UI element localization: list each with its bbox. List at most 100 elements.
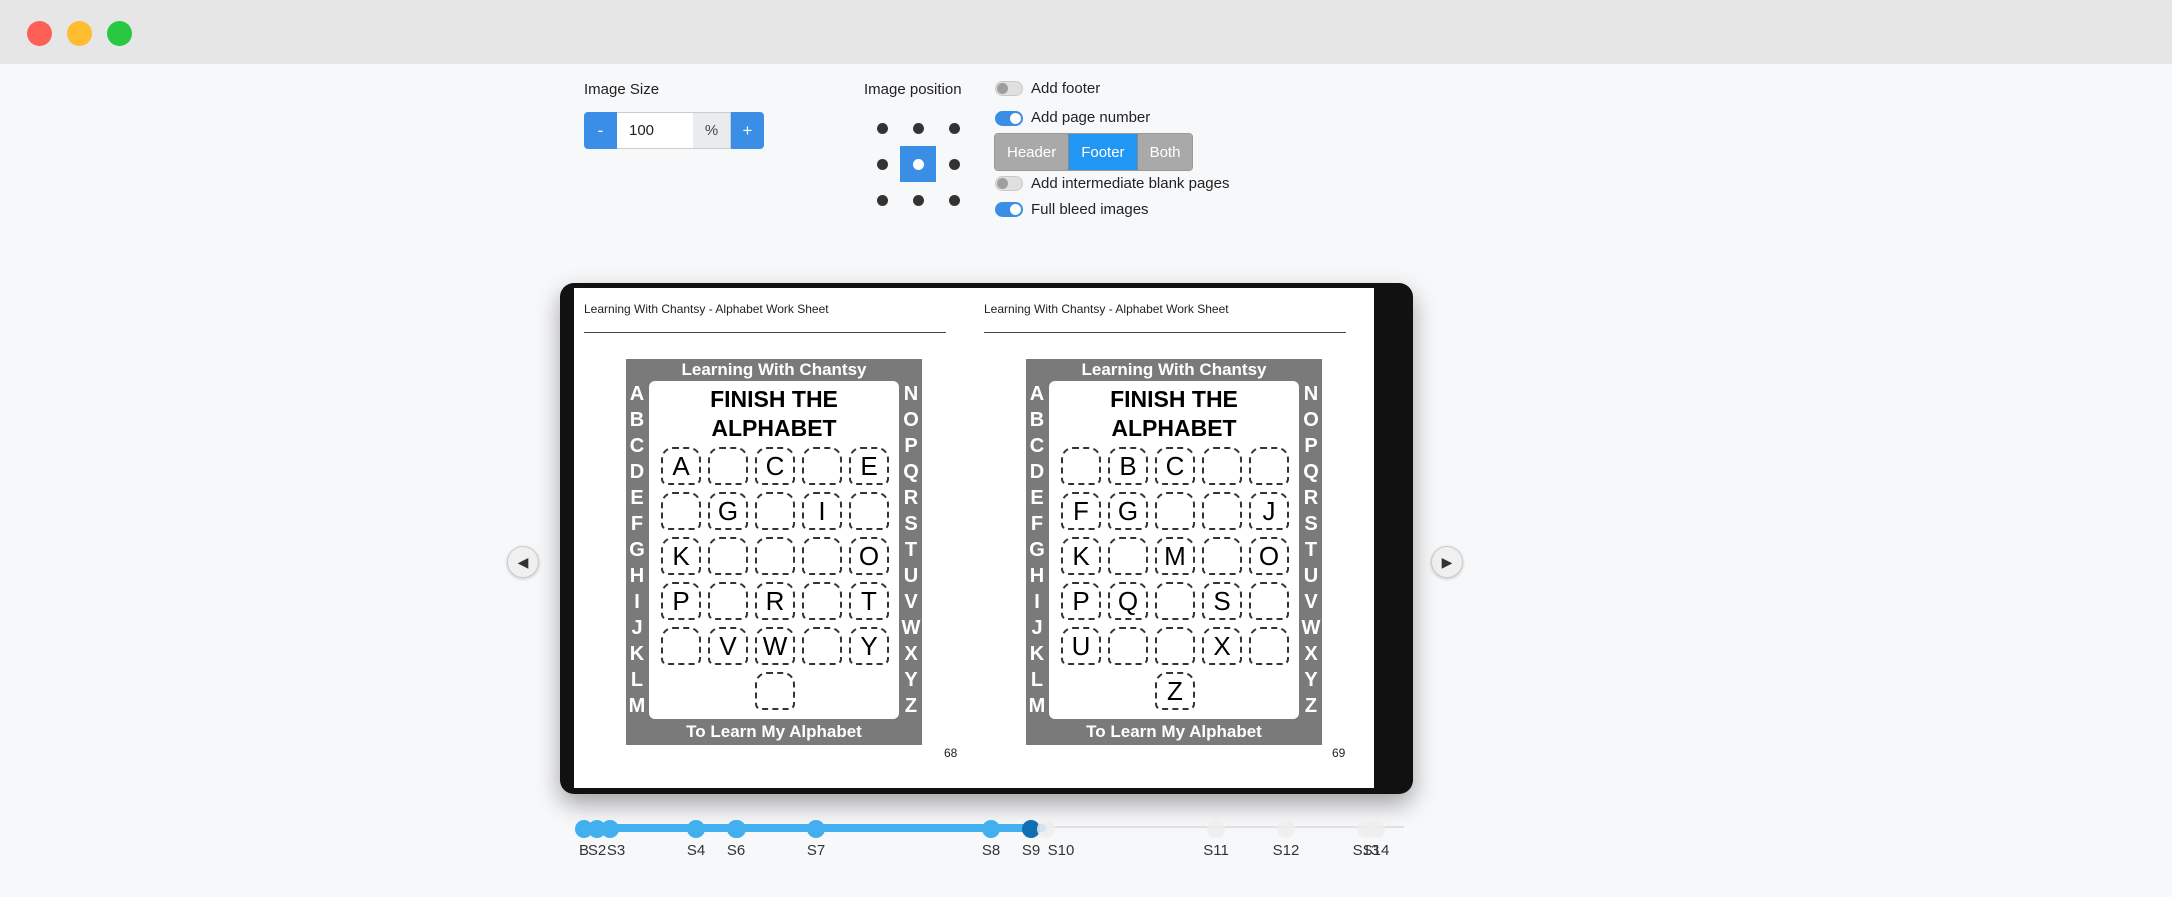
bread-tile [802,447,842,485]
left-page: Learning With Chantsy - Alphabet Work Sh… [574,288,974,788]
letter-tile-grid: ACEGIKOPRTVWY [661,447,889,717]
dot-icon [876,122,888,134]
toggle-knob [1010,204,1021,215]
dot-icon [948,158,960,170]
alphabet-letter: E [1030,486,1044,509]
alphabet-letter: M [1028,694,1046,717]
tile-row: GI [661,492,889,537]
position-bottom-right[interactable] [936,182,972,218]
alphabet-letter: O [903,408,919,431]
decrease-size-button[interactable]: - [584,112,617,149]
image-size-stepper: - 100 % + [584,112,764,149]
spread-node-s6[interactable] [728,820,746,838]
alphabet-letter: J [1031,616,1043,639]
bread-tile [1202,492,1242,530]
bread-tile [1249,627,1289,665]
next-spread-button[interactable]: ▶ [1431,546,1463,578]
alphabet-letter: F [630,512,644,535]
bread-tile: G [1108,492,1148,530]
add-page-number-toggle[interactable] [995,111,1023,126]
alphabet-letter: I [634,590,640,613]
intermediate-blank-label: Add intermediate blank pages [1031,175,1230,192]
alphabet-letter: Y [1304,668,1318,691]
spread-node-s11[interactable] [1207,820,1225,838]
bread-tile [802,582,842,620]
dot-icon [876,194,888,206]
spread-node-s12[interactable] [1277,820,1295,838]
worksheet-banner-top: Learning With Chantsy [1081,360,1267,379]
alphabet-letter: G [1029,538,1045,561]
bread-tile [755,537,795,575]
spread-label: S14 [1362,842,1390,859]
alphabet-letter: L [1030,668,1044,691]
position-bottom-left[interactable] [864,182,900,218]
increase-size-button[interactable]: + [731,112,764,149]
tile-row: KMO [1061,537,1289,582]
window-titlebar [0,0,2172,64]
spread-node-s3[interactable] [601,820,619,838]
spread-node-s4[interactable] [687,820,705,838]
spread-label: S3 [606,842,626,859]
position-top-right[interactable] [936,110,972,146]
close-window-button[interactable] [27,21,52,46]
alphabet-letter: T [904,538,918,561]
spread-slider[interactable]: B S2 S3 S4 S6 S7 S8 S9 S10 S11 S12 S13 S14 [575,820,1404,860]
bread-tile [1202,447,1242,485]
segment-footer[interactable]: Footer [1068,134,1137,170]
position-bottom-center[interactable] [900,182,936,218]
maximize-window-button[interactable] [107,21,132,46]
position-center[interactable] [900,146,936,182]
bread-tile: B [1108,447,1148,485]
bread-tile: R [755,582,795,620]
bread-tile [1061,447,1101,485]
alphabet-letter: A [629,382,645,405]
alphabet-letter: D [629,460,645,483]
dot-icon [876,158,888,170]
spread-node-s8[interactable] [982,820,1000,838]
bread-tile [661,627,701,665]
tile-row: Z [1061,672,1289,717]
alphabet-letter: W [1301,616,1321,639]
bread-tile: O [1249,537,1289,575]
tile-row: PQ S [1061,582,1289,627]
segment-header[interactable]: Header [995,134,1069,170]
spread-label: S2 [587,842,607,859]
spread-node-s7[interactable] [807,820,825,838]
worksheet-banner-top: Learning With Chantsy [681,360,867,379]
book-preview: Learning With Chantsy - Alphabet Work Sh… [560,283,1413,794]
full-bleed-toggle[interactable] [995,202,1023,217]
position-top-left[interactable] [864,110,900,146]
alphabet-letter: X [904,642,918,665]
spread-node-s10[interactable] [1037,820,1055,838]
add-footer-toggle[interactable] [995,81,1023,96]
worksheet-left-letters: ABCDEFGHIJKLM [1026,381,1048,719]
alphabet-letter: B [1029,408,1045,431]
alphabet-letter: W [901,616,921,639]
image-size-input[interactable]: 100 [617,112,693,149]
alphabet-letter: S [904,512,918,535]
bread-tile [1249,582,1289,620]
spread-node-s14[interactable] [1367,820,1385,838]
spread-label: S10 [1047,842,1075,859]
minimize-window-button[interactable] [67,21,92,46]
dot-icon [948,122,960,134]
intermediate-blank-toggle[interactable] [995,176,1023,191]
position-top-center[interactable] [900,110,936,146]
page-number: 69 [1332,746,1346,760]
spread-label: S4 [686,842,706,859]
tile-row: VW Y [661,627,889,672]
alphabet-letter: E [630,486,644,509]
bread-tile: X [1202,627,1242,665]
bread-tile: Z [1155,672,1195,710]
tile-row [661,672,889,717]
alphabet-letter: M [628,694,646,717]
position-middle-left[interactable] [864,146,900,182]
toggle-knob [1010,113,1021,124]
letter-tile-grid: BCFGJKMOPQSUXZ [1061,447,1289,717]
tile-row: UX [1061,627,1289,672]
segment-both[interactable]: Both [1136,134,1193,170]
position-middle-right[interactable] [936,146,972,182]
alphabet-letter: C [629,434,645,457]
alphabet-letter: A [1029,382,1045,405]
previous-spread-button[interactable]: ◀ [507,546,539,578]
